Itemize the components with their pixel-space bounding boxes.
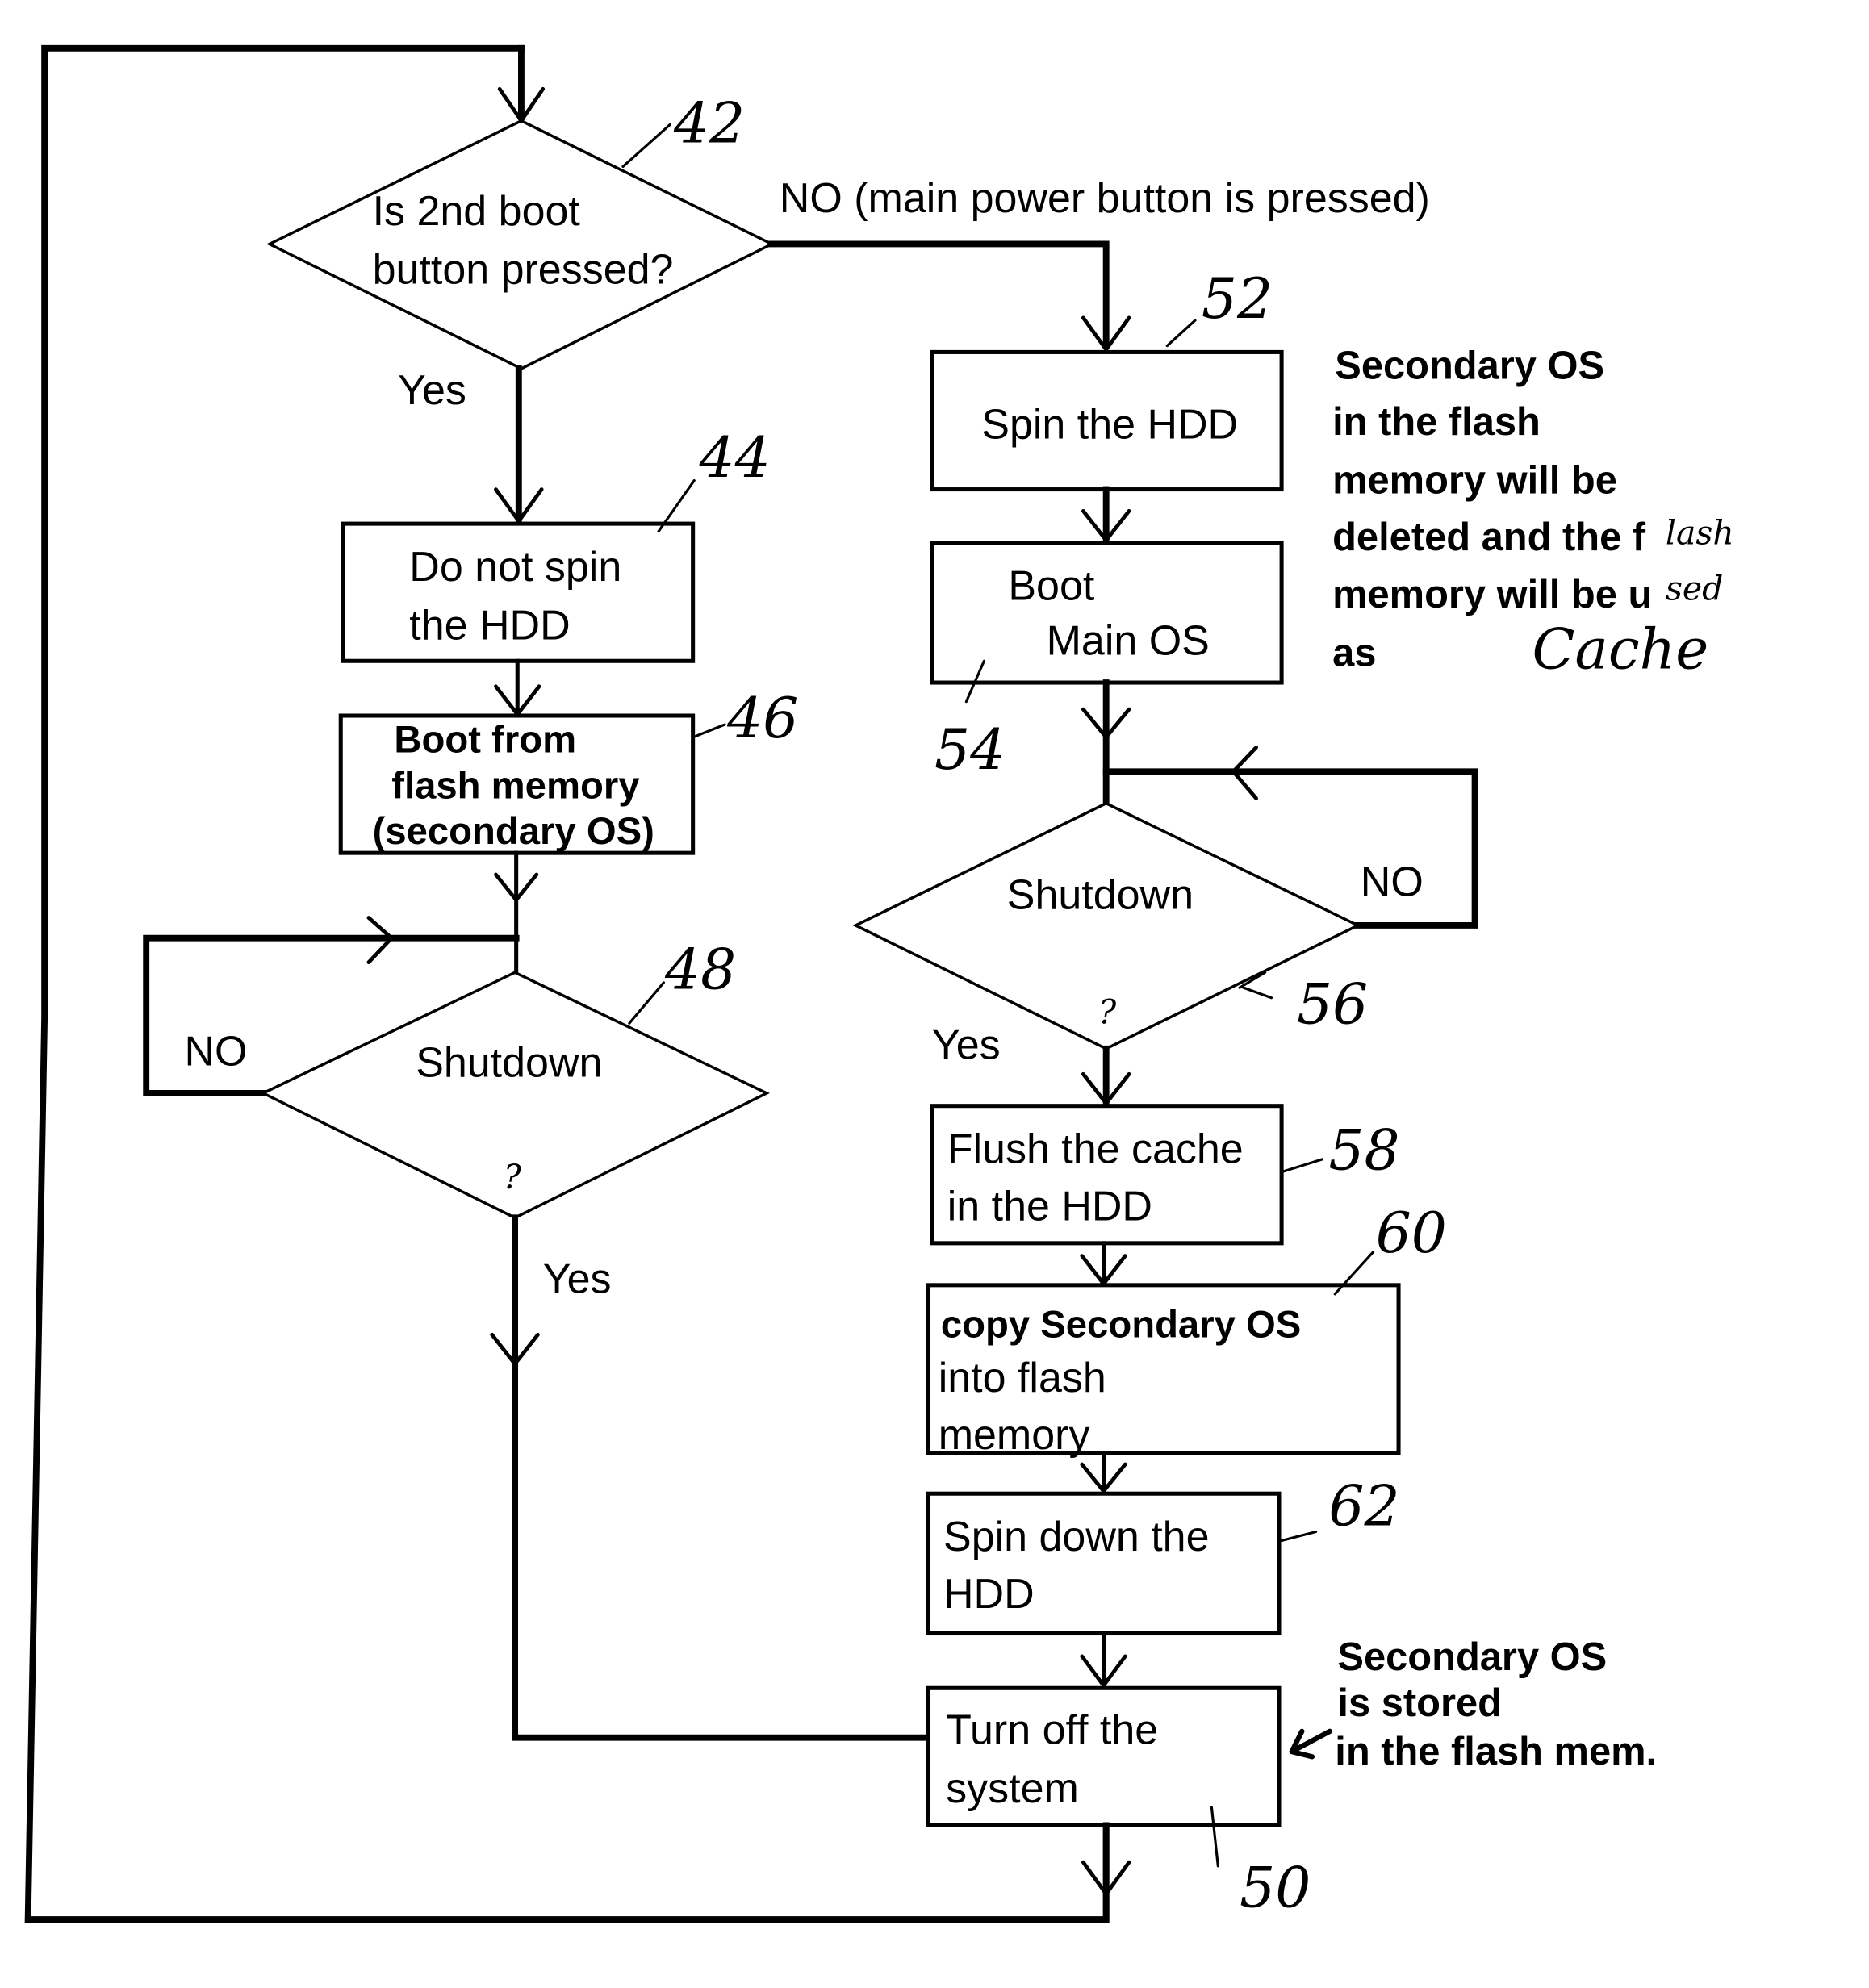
note-top-line-3: memory will be <box>1332 458 1617 502</box>
note-top-line-5: memory will be u <box>1332 573 1652 616</box>
decision-56-line-1: Shutdown <box>1007 871 1194 918</box>
process-58-line-2: in the HDD <box>947 1183 1152 1230</box>
edge-label-48-yes: Yes <box>543 1255 612 1302</box>
note-bottom-line-3: in the flash mem. <box>1335 1730 1657 1773</box>
edge-label-56-no: NO <box>1361 859 1424 906</box>
process-58-line-1: Flush the cache <box>947 1126 1244 1173</box>
note-top-hand-cache: Cache <box>1532 618 1708 683</box>
process-46-line-3: (secondary OS) <box>373 810 654 853</box>
note-bottom-line-1: Secondary OS <box>1337 1635 1607 1679</box>
ref-label-44: 44 <box>699 426 771 491</box>
process-62-line-2: HDD <box>943 1571 1035 1618</box>
ref-label-46: 46 <box>726 687 798 751</box>
process-46-line-2: flash memory <box>391 764 640 807</box>
note-pointer-arrow-icon <box>1289 1728 1333 1760</box>
ref-leader-52 <box>1165 319 1197 348</box>
connector-42-no <box>768 240 1110 349</box>
ref-leader-48 <box>628 981 665 1025</box>
ref-label-48: 48 <box>664 938 736 1003</box>
flowchart-diagram: Is 2nd boot button pressed? 42 NO (main … <box>24 44 1734 1923</box>
note-top-line-4: deleted and the f <box>1332 516 1646 559</box>
process-50-line-1: Turn off the <box>946 1707 1158 1754</box>
edge-label-42-yes: Yes <box>398 367 466 414</box>
ref-leader-62 <box>1280 1530 1318 1543</box>
edge-label-48-no: NO <box>184 1028 247 1075</box>
ref-label-54: 54 <box>934 718 1006 783</box>
process-44-line-1: Do not spin <box>409 544 621 591</box>
ref-label-56: 56 <box>1297 972 1368 1037</box>
note-bottom-line-2: is stored <box>1337 1681 1502 1725</box>
note-top-line-1: Secondary OS <box>1335 344 1604 387</box>
process-46-line-1: Boot from <box>394 719 576 762</box>
ref-leader-46 <box>692 723 726 739</box>
ref-leader-58 <box>1280 1158 1324 1174</box>
decision-42-line-1: Is 2nd boot <box>373 188 581 235</box>
ref-leader-42 <box>621 123 671 168</box>
decision-48-line-1: Shutdown <box>416 1039 602 1086</box>
edge-label-42-no: NO (main power button is pressed) <box>780 175 1430 222</box>
process-52-line-1: Spin the HDD <box>981 402 1238 449</box>
process-50-line-2: system <box>946 1765 1079 1812</box>
decision-42-line-2: button pressed? <box>373 246 674 293</box>
process-44-line-2: the HDD <box>409 602 570 649</box>
ref-label-58: 58 <box>1328 1118 1399 1183</box>
note-bottom-right: Secondary OS is stored in the flash mem. <box>1289 1635 1657 1773</box>
process-54-line-1: Boot <box>1008 563 1094 610</box>
process-60-line-1: copy Secondary OS <box>941 1303 1301 1346</box>
note-top-hand-flash: lash <box>1666 513 1734 552</box>
ref-label-42: 42 <box>673 91 745 156</box>
decision-56-line-2: ? <box>1098 992 1117 1031</box>
edge-label-56-yes: Yes <box>932 1021 1001 1068</box>
ref-label-62: 62 <box>1328 1475 1399 1539</box>
ref-label-52: 52 <box>1202 267 1273 332</box>
ref-label-60: 60 <box>1376 1201 1447 1266</box>
decision-42-shape <box>266 119 776 370</box>
note-top-right: Secondary OS in the flash memory will be… <box>1332 344 1734 682</box>
decision-48-line-2: ? <box>504 1158 522 1197</box>
process-54-line-2: Main OS <box>1047 617 1210 664</box>
process-60-line-3: memory <box>939 1412 1090 1459</box>
ref-label-50: 50 <box>1240 1856 1311 1920</box>
note-top-hand-used: sed <box>1666 570 1723 608</box>
process-62-line-1: Spin down the <box>943 1514 1209 1560</box>
process-60-line-2: into flash <box>939 1355 1106 1401</box>
note-top-line-2: in the flash <box>1332 400 1541 444</box>
note-top-line-6: as <box>1332 632 1376 675</box>
